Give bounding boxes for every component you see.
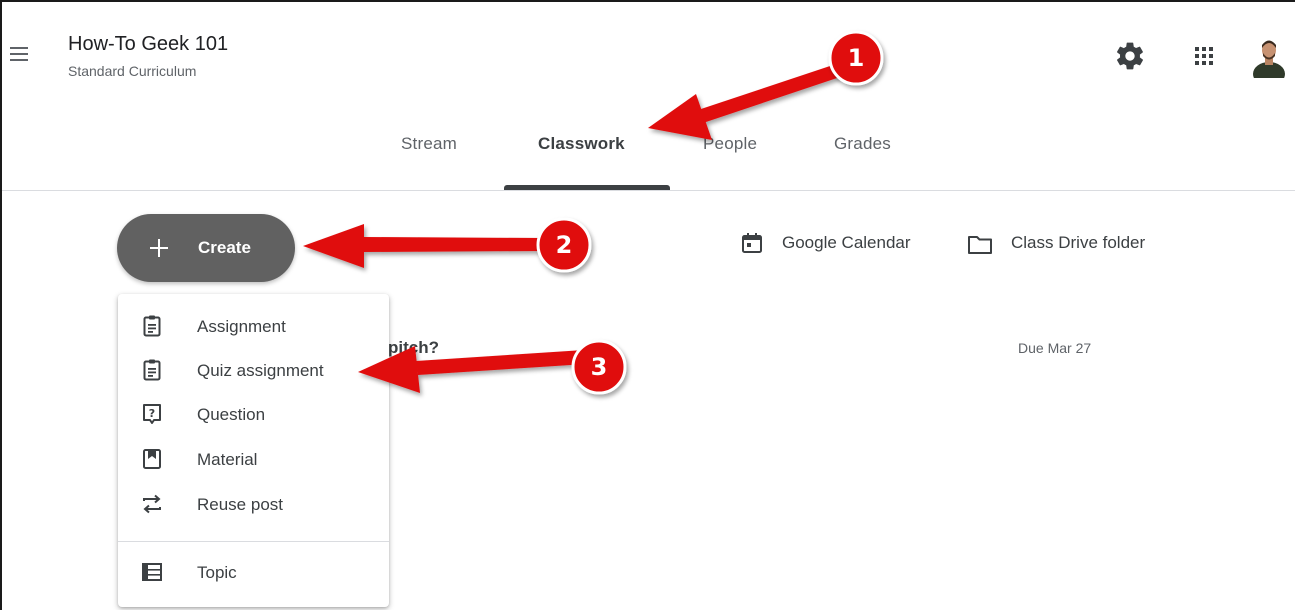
gear-icon[interactable] bbox=[1114, 40, 1146, 72]
calendar-icon[interactable] bbox=[740, 231, 764, 255]
class-subtitle: Standard Curriculum bbox=[68, 63, 197, 79]
create-button-label: Create bbox=[198, 238, 251, 257]
topic-icon bbox=[142, 563, 162, 581]
menu-item-label: Reuse post bbox=[197, 495, 283, 514]
menu-item-quiz-assignment[interactable]: Quiz assignment bbox=[118, 348, 389, 392]
menu-item-label: Quiz assignment bbox=[197, 361, 324, 380]
annotation-number-1: 1 bbox=[847, 44, 865, 72]
class-drive-folder-link[interactable]: Class Drive folder bbox=[1011, 233, 1145, 253]
menu-item-reuse-post[interactable]: Reuse post bbox=[118, 482, 389, 526]
plus-icon bbox=[150, 239, 168, 257]
menu-item-label: Question bbox=[197, 405, 266, 424]
assignment-icon bbox=[143, 315, 161, 337]
tab-grades[interactable]: Grades bbox=[834, 134, 891, 154]
header-divider bbox=[2, 190, 1295, 191]
menu-item-label: Topic bbox=[197, 563, 237, 582]
menu-item-assignment[interactable]: Assignment bbox=[118, 304, 389, 348]
annotation-number-2: 2 bbox=[555, 231, 573, 259]
question-icon: ? bbox=[143, 404, 161, 424]
quiz-assignment-icon bbox=[143, 359, 161, 381]
menu-item-material[interactable]: Material bbox=[118, 437, 389, 481]
due-date: Due Mar 27 bbox=[1018, 340, 1092, 356]
reuse-post-icon bbox=[143, 494, 161, 514]
material-icon bbox=[143, 449, 161, 469]
svg-text:?: ? bbox=[149, 407, 155, 420]
google-calendar-link[interactable]: Google Calendar bbox=[782, 233, 911, 253]
tab-people[interactable]: People bbox=[703, 134, 757, 154]
classwork-item-title[interactable]: pitch? bbox=[388, 338, 439, 358]
menu-divider bbox=[118, 541, 389, 542]
hamburger-icon[interactable] bbox=[10, 46, 30, 62]
tab-stream[interactable]: Stream bbox=[401, 134, 457, 154]
folder-icon[interactable] bbox=[966, 232, 994, 256]
menu-item-topic[interactable]: Topic bbox=[118, 550, 389, 594]
apps-grid-icon[interactable] bbox=[1190, 42, 1218, 70]
create-button[interactable]: Create bbox=[117, 214, 295, 282]
class-title[interactable]: How-To Geek 101 bbox=[68, 33, 228, 56]
create-menu: Assignment Quiz assignment ? Question Ma… bbox=[118, 294, 389, 607]
menu-item-question[interactable]: ? Question bbox=[118, 392, 389, 436]
tab-classwork[interactable]: Classwork bbox=[538, 134, 625, 154]
user-avatar[interactable] bbox=[1249, 34, 1289, 78]
menu-item-label: Material bbox=[197, 450, 258, 469]
menu-item-label: Assignment bbox=[197, 317, 286, 336]
annotation-number-3: 3 bbox=[590, 353, 608, 381]
